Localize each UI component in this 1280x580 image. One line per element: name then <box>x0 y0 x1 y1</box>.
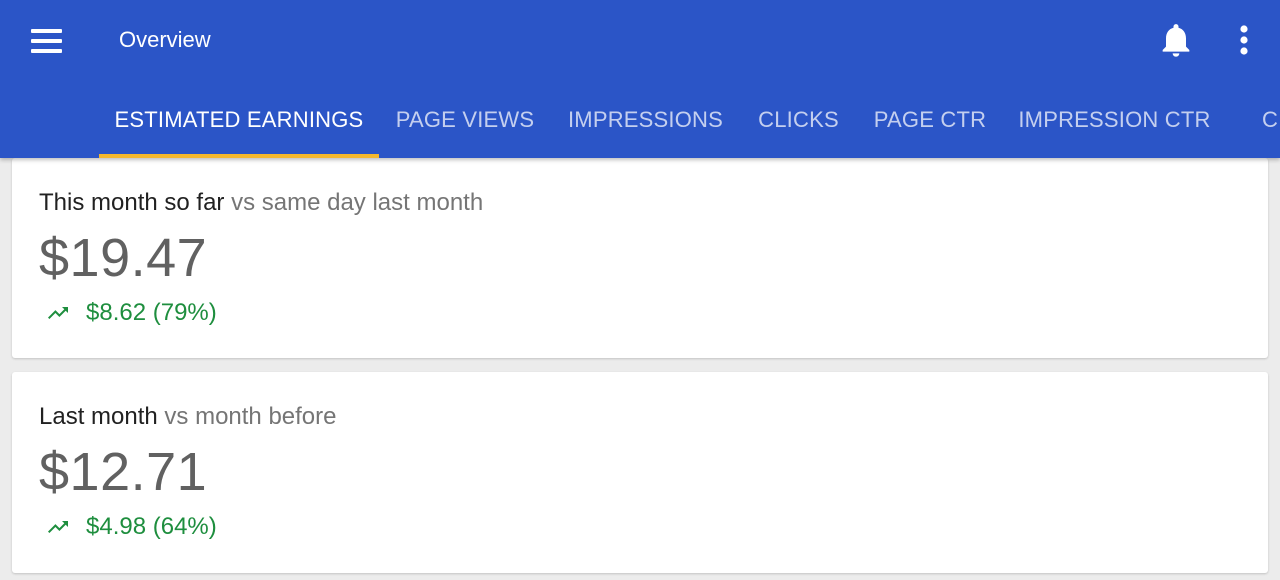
tab-page-views[interactable]: PAGE VIEWS <box>379 82 551 158</box>
card-header: Last month vs month before <box>39 402 337 432</box>
earnings-amount: $12.71 <box>39 442 208 502</box>
tab-overflow[interactable]: CI <box>1262 82 1280 158</box>
tab-estimated-earnings[interactable]: ESTIMATED EARNINGS <box>99 82 379 158</box>
card-comparison: vs month before <box>164 403 337 430</box>
earnings-amount: $19.47 <box>39 228 208 288</box>
page-title: Overview <box>119 27 211 52</box>
trending-up-icon <box>48 307 68 319</box>
more-vert-icon[interactable] <box>1228 20 1260 60</box>
card-header: This month so far vs same day last month <box>39 188 483 218</box>
tab-page-ctr[interactable]: PAGE CTR <box>857 82 1003 158</box>
hamburger-menu-icon[interactable] <box>26 22 68 60</box>
tab-impression-ctr[interactable]: IMPRESSION CTR <box>1003 82 1226 158</box>
card-title: Last month <box>39 403 158 430</box>
app-bar: Overview ESTIMATED EARNINGS PAGE VIEWS I… <box>0 0 1280 158</box>
bell-icon[interactable] <box>1156 20 1196 60</box>
change-value: $4.98 (64%) <box>86 513 217 540</box>
active-tab-indicator <box>99 154 379 158</box>
trending-up-icon <box>48 521 68 533</box>
earnings-card-this-month[interactable]: This month so far vs same day last month… <box>12 158 1268 358</box>
tab-clicks[interactable]: CLICKS <box>740 82 857 158</box>
card-comparison: vs same day last month <box>231 189 484 216</box>
tab-bar: ESTIMATED EARNINGS PAGE VIEWS IMPRESSION… <box>0 82 1280 158</box>
earnings-card-last-month[interactable]: Last month vs month before $12.71 $4.98 … <box>12 372 1268 573</box>
change-value: $8.62 (79%) <box>86 299 217 326</box>
tab-impressions[interactable]: IMPRESSIONS <box>551 82 740 158</box>
card-title: This month so far <box>39 189 225 216</box>
